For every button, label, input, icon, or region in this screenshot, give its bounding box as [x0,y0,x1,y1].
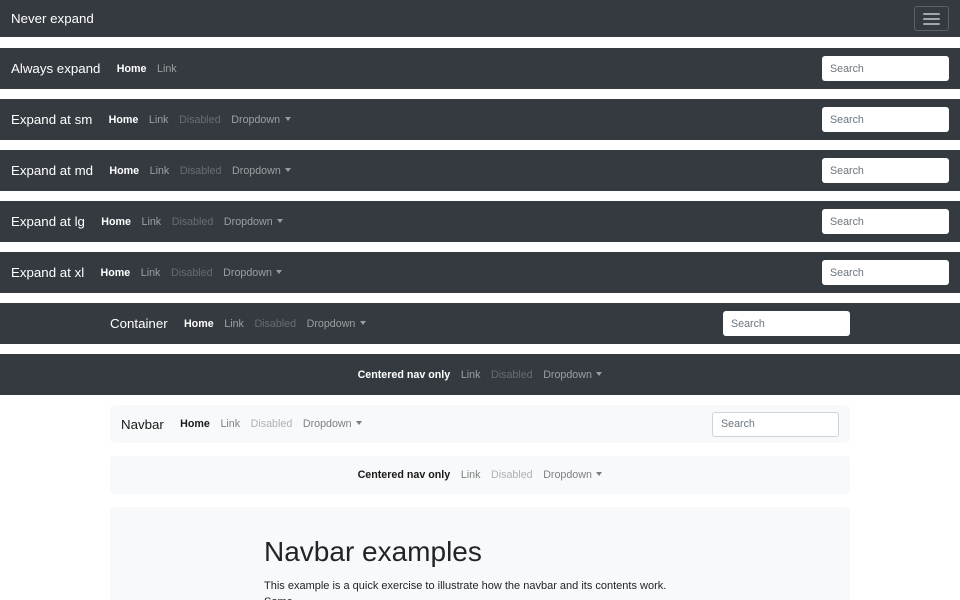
caret-down-icon [596,372,602,376]
jumbotron: Navbar examples This example is a quick … [110,507,850,600]
nav-links: Home Link Disabled Dropdown [96,216,289,228]
nav-link-home[interactable]: Home [96,216,136,228]
brand-never-expand[interactable]: Never expand [11,11,94,26]
caret-down-icon [356,421,362,425]
nav-links: Home Link Disabled Dropdown [175,418,368,430]
search-input[interactable] [822,209,949,234]
nav-link-home[interactable]: Home [111,63,151,75]
nav-links: Home Link Disabled Dropdown [104,165,297,177]
search-input[interactable] [822,260,949,285]
nav-link-disabled: Disabled [249,318,301,330]
nav-link-home[interactable]: Home [95,267,135,279]
navbar-centered-dark: Centered nav only Link Disabled Dropdown [0,354,960,395]
navbar-expand-lg: Expand at lg Home Link Disabled Dropdown [0,201,960,242]
nav-link-dropdown[interactable]: Dropdown [538,469,608,481]
nav-link-dropdown[interactable]: Dropdown [219,216,289,228]
navbar-never-expand: Never expand [0,0,960,37]
nav-link-link[interactable]: Link [144,114,174,126]
caret-down-icon [596,472,602,476]
nav-links: Home Link Disabled Dropdown [103,114,296,126]
brand-expand-md[interactable]: Expand at md [11,163,93,178]
nav-link-link[interactable]: Link [135,267,165,279]
navbar-expand-sm: Expand at sm Home Link Disabled Dropdown [0,99,960,140]
nav-link-home[interactable]: Home [179,318,219,330]
hamburger-menu-button[interactable] [914,6,949,31]
brand-always-expand[interactable]: Always expand [11,61,100,76]
nav-link-dropdown[interactable]: Dropdown [227,165,297,177]
caret-down-icon [276,270,282,274]
nav-link-disabled: Disabled [166,216,218,228]
search-input[interactable] [822,56,949,81]
nav-link-link[interactable]: Link [215,418,245,430]
search-input[interactable] [723,311,850,336]
nav-link-disabled: Disabled [486,469,538,481]
nav-link-disabled: Disabled [175,165,227,177]
main-content: Navbar Home Link Disabled Dropdown Cente… [110,405,850,600]
nav-link-centered-nav-only[interactable]: Centered nav only [352,369,455,381]
search-input[interactable] [712,412,839,437]
caret-down-icon [285,168,291,172]
nav-link-dropdown[interactable]: Dropdown [538,369,608,381]
navbar-always-expand: Always expand Home Link [0,48,960,89]
nav-link-home[interactable]: Home [175,418,215,430]
search-input[interactable] [822,158,949,183]
intro-line-1: This example is a quick exercise to illu… [264,578,696,600]
nav-link-link[interactable]: Link [456,369,486,381]
nav-links: Centered nav only Link Disabled Dropdown [352,469,607,481]
navbar-light: Navbar Home Link Disabled Dropdown [110,405,850,443]
navbar-container-inner: Container Home Link Disabled Dropdown [110,303,850,344]
nav-links: Home Link [111,63,182,75]
nav-link-link[interactable]: Link [144,165,174,177]
nav-link-disabled: Disabled [486,369,538,381]
brand-expand-lg[interactable]: Expand at lg [11,214,85,229]
caret-down-icon [285,117,291,121]
brand-expand-sm[interactable]: Expand at sm [11,112,92,127]
nav-link-link[interactable]: Link [456,469,486,481]
navbar-container: Container Home Link Disabled Dropdown [0,303,960,344]
nav-link-disabled: Disabled [174,114,226,126]
nav-links: Centered nav only Link Disabled Dropdown [352,369,607,381]
brand-expand-xl[interactable]: Expand at xl [11,265,84,280]
caret-down-icon [360,321,366,325]
nav-links: Home Link Disabled Dropdown [179,318,372,330]
search-input[interactable] [822,107,949,132]
nav-link-disabled: Disabled [166,267,218,279]
nav-link-dropdown[interactable]: Dropdown [301,318,371,330]
hamburger-icon [923,13,940,15]
nav-link-centered-nav-only[interactable]: Centered nav only [352,469,455,481]
navbar-expand-md: Expand at md Home Link Disabled Dropdown [0,150,960,191]
nav-link-disabled: Disabled [245,418,297,430]
intro-paragraph: This example is a quick exercise to illu… [264,578,696,600]
nav-link-home[interactable]: Home [103,114,143,126]
nav-link-link[interactable]: Link [136,216,166,228]
navbar-expand-xl: Expand at xl Home Link Disabled Dropdown [0,252,960,293]
navbar-centered-light: Centered nav only Link Disabled Dropdown [110,456,850,494]
nav-link-home[interactable]: Home [104,165,144,177]
nav-links: Home Link Disabled Dropdown [95,267,288,279]
nav-link-dropdown[interactable]: Dropdown [218,267,288,279]
nav-link-link[interactable]: Link [152,63,182,75]
brand-navbar[interactable]: Navbar [121,417,164,432]
nav-link-link[interactable]: Link [219,318,249,330]
caret-down-icon [277,219,283,223]
nav-link-dropdown[interactable]: Dropdown [298,418,368,430]
brand-container[interactable]: Container [110,316,168,331]
page-title: Navbar examples [264,535,696,569]
nav-link-dropdown[interactable]: Dropdown [226,114,296,126]
